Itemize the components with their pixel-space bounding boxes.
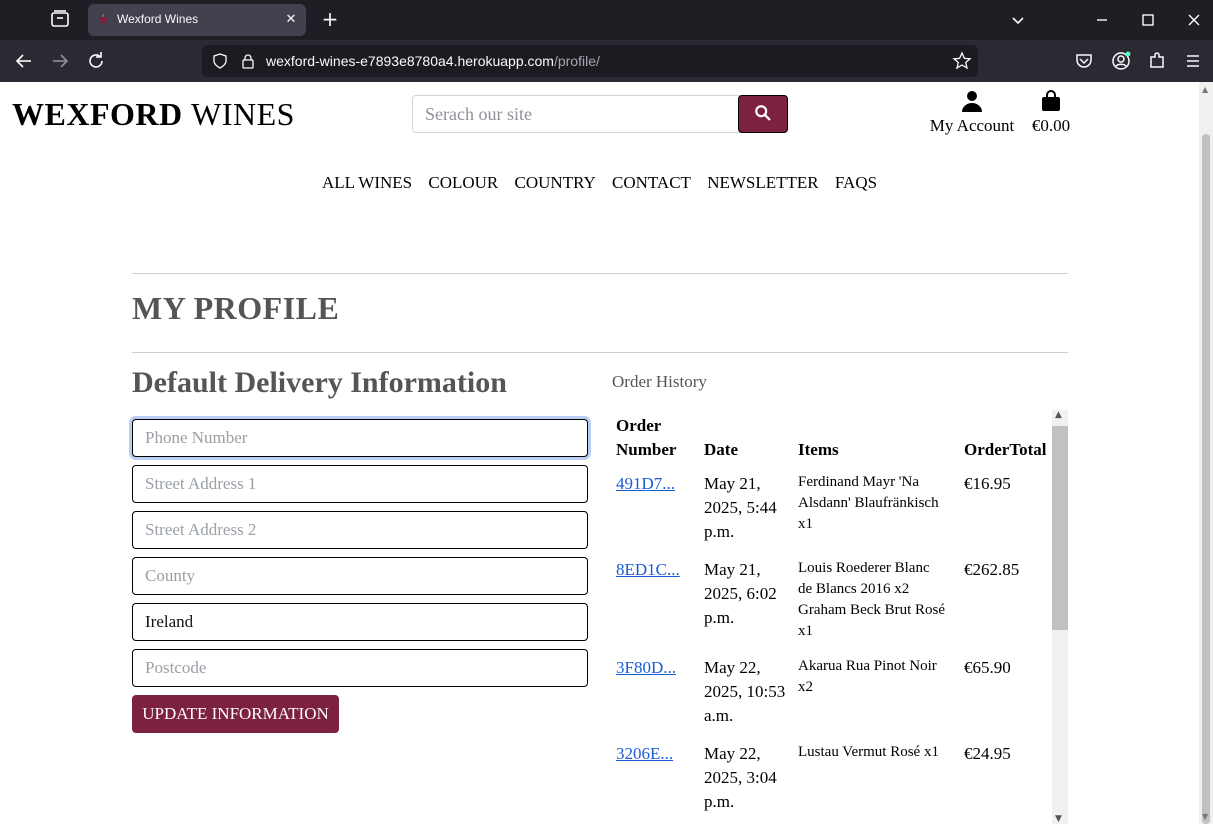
list-all-tabs-icon[interactable] [1006,8,1030,32]
menu-icon[interactable] [1181,49,1205,73]
reload-icon[interactable] [84,49,108,73]
browser-nav-bar: wexford-wines-e7893e8780a4.herokuapp.com… [0,40,1213,82]
main-navigation: ALL WINES COLOUR COUNTRY CONTACT NEWSLET… [0,173,1199,193]
url-text: wexford-wines-e7893e8780a4.herokuapp.com… [266,53,600,69]
lock-icon[interactable] [240,53,256,69]
order-date: May 21, 2025, 5:44 p.m. [704,474,777,541]
address-bar[interactable]: wexford-wines-e7893e8780a4.herokuapp.com… [202,45,978,77]
forward-icon[interactable] [48,49,72,73]
table-row: 8ED1C... May 21, 2025, 6:02 p.m. Louis Roe… [612,554,1052,652]
page-content: WEXFORD WINES My Account €0.00 ALL WINES… [0,82,1199,824]
scroll-up-icon[interactable]: ▲ [1055,410,1062,420]
country-select[interactable] [132,603,588,641]
postcode-field[interactable] [132,649,588,687]
nav-newsletter[interactable]: NEWSLETTER [707,173,818,192]
order-number-link[interactable]: 491D7... [616,474,675,493]
shopping-bag-icon [1042,90,1060,111]
user-icon [962,91,982,112]
update-information-button[interactable]: UPDATE INFORMATION [132,695,339,733]
search-icon [755,104,771,120]
street-address-1-field[interactable] [132,465,588,503]
search-input[interactable] [412,95,740,133]
header-items: Items [798,440,839,459]
account-icon[interactable] [1109,49,1133,73]
divider [132,273,1068,274]
phone-number-field[interactable] [132,419,588,457]
pocket-icon[interactable] [1072,49,1096,73]
tab-title: Wexford Wines [117,12,199,26]
page-title: MY PROFILE [132,290,340,326]
header-date: Date [704,440,738,459]
close-window-icon[interactable] [1182,8,1206,32]
header-order-total: OrderTotal [964,440,1047,459]
street-address-2-field[interactable] [132,511,588,549]
nav-all-wines[interactable]: ALL WINES [322,173,412,192]
order-number-link[interactable]: 3F80D... [616,658,676,677]
order-date: May 22, 2025, 10:53 a.m. [704,658,786,725]
order-history-title: Order History [612,372,707,391]
order-items: Akarua Rua Pinot Noir x2 [798,658,937,695]
new-tab-icon[interactable]: + [318,8,342,32]
county-field[interactable] [132,557,588,595]
table-row: 3206E... May 22, 2025, 3:04 p.m. Lustau Ve… [612,738,1052,824]
my-account-label: My Account [929,116,1015,135]
nav-faqs[interactable]: FAQS [835,173,877,192]
order-date: May 22, 2025, 3:04 p.m. [704,744,777,811]
order-total: €16.95 [964,474,1011,493]
table-row: 3F80D... May 22, 2025, 10:53 a.m. Akarua R… [612,652,1052,738]
extensions-icon[interactable] [1145,49,1169,73]
site-logo[interactable]: WEXFORD WINES [12,96,295,133]
bookmark-star-icon[interactable] [952,51,972,71]
browser-tab-bar: Wexford Wines ✕ + [0,0,1213,40]
order-items: Lustau Vermut Rosé x1 [798,744,939,760]
order-history-table-container[interactable]: Order Number Date Items OrderTotal 491D7.… [612,410,1068,824]
page-scrollbar[interactable]: ▲ ▼ [1199,82,1213,824]
order-number-link[interactable]: 3206E... [616,744,673,763]
scroll-up-icon[interactable]: ▲ [1202,85,1208,94]
nav-country[interactable]: COUNTRY [515,173,596,192]
scrollbar-thumb[interactable] [1052,426,1068,630]
browser-tab[interactable]: Wexford Wines ✕ [88,4,306,36]
order-total: €65.90 [964,658,1011,677]
tab-close-icon[interactable]: ✕ [282,11,300,29]
site-search [412,95,788,133]
maximize-icon[interactable] [1136,8,1160,32]
order-items: Louis Roederer Blanc de Blancs 2016 x2 Gra… [798,560,946,639]
minimize-icon[interactable] [1090,8,1114,32]
search-button[interactable] [738,95,788,133]
shopping-bag-link[interactable]: €0.00 [1024,90,1078,136]
my-account-link[interactable]: My Account [924,90,1020,136]
order-date: May 21, 2025, 6:02 p.m. [704,560,777,627]
order-history-scrollbar[interactable]: ▲ ▼ [1052,410,1068,824]
nav-contact[interactable]: CONTACT [612,173,691,192]
scroll-down-icon[interactable]: ▼ [1055,814,1062,824]
tracking-protection-icon[interactable] [212,53,228,69]
scroll-down-icon[interactable]: ▼ [1202,812,1208,821]
order-items: Ferdinand Mayr 'Na Alsdann' Blaufränkisch… [798,474,939,532]
table-header-row: Order Number Date Items OrderTotal [612,410,1052,468]
tab-overview-icon[interactable] [50,9,70,29]
header-order-number: Order Number [616,416,677,459]
nav-colour[interactable]: COLOUR [428,173,498,192]
divider [132,352,1068,353]
order-number-link[interactable]: 8ED1C... [616,560,680,579]
order-total: €24.95 [964,744,1011,763]
delivery-info-title: Default Delivery Information [132,366,507,399]
bag-total: €0.00 [1031,116,1071,135]
scrollbar-thumb[interactable] [1202,134,1210,824]
order-history-table: Order Number Date Items OrderTotal 491D7.… [612,410,1052,824]
table-row: 491D7... May 21, 2025, 5:44 p.m. Ferdinand… [612,468,1052,554]
grape-favicon-icon [98,14,108,25]
back-icon[interactable] [12,49,36,73]
order-total: €262.85 [964,560,1020,579]
